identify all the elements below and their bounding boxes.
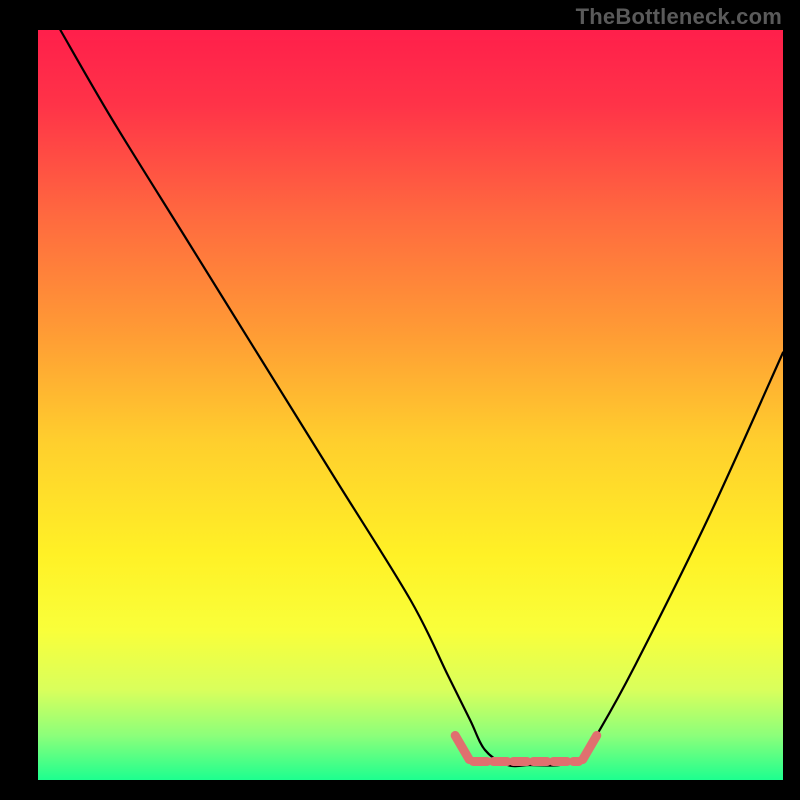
chart-frame: TheBottleneck.com <box>0 0 800 800</box>
watermark-text: TheBottleneck.com <box>576 4 782 30</box>
gradient-background <box>38 30 783 780</box>
bottleneck-chart <box>0 0 800 800</box>
